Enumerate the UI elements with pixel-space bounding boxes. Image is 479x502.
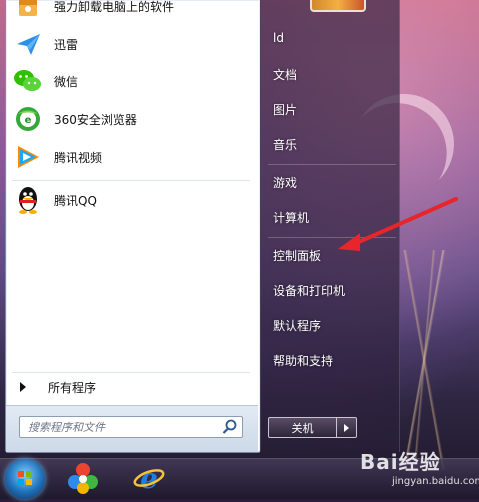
uninstall-box-icon (12, 0, 44, 22)
program-label: 迅雷 (54, 37, 79, 52)
svg-text:e: e (25, 115, 32, 126)
menu-item-user[interactable]: ld (273, 31, 284, 45)
menu-item-computer[interactable]: 计算机 (273, 209, 309, 226)
shutdown-button[interactable]: 关机 (268, 417, 337, 438)
menu-item-control-panel[interactable]: 控制面板 (273, 247, 321, 264)
qq-penguin-icon (12, 184, 44, 216)
shutdown-label: 关机 (291, 421, 314, 435)
program-item-qq[interactable]: 腾讯QQ (8, 182, 256, 218)
menu-item-devices-printers[interactable]: 设备和打印机 (273, 282, 345, 299)
all-programs-divider (12, 372, 250, 373)
program-label: 强力卸载电脑上的软件 (54, 0, 175, 14)
program-label: 腾讯QQ (54, 193, 97, 208)
program-label: 360安全浏览器 (54, 112, 137, 127)
menu-item-games[interactable]: 游戏 (273, 174, 297, 191)
menu-item-help-support[interactable]: 帮助和支持 (273, 352, 333, 369)
search-input[interactable] (20, 419, 221, 435)
shutdown-options-button[interactable] (336, 417, 357, 438)
menu-item-default-programs[interactable]: 默认程序 (273, 317, 321, 334)
watermark-url: jingyan.baidu.com (392, 476, 479, 487)
all-programs-button[interactable]: 所有程序 (14, 376, 250, 398)
start-orb-icon[interactable] (5, 459, 45, 499)
svg-text:e: e (140, 462, 158, 495)
program-list-divider (12, 180, 250, 181)
program-item-360-browser[interactable]: e 360安全浏览器 (8, 101, 256, 137)
program-label: 腾讯视频 (54, 150, 103, 165)
menu-item-pictures[interactable]: 图片 (273, 101, 297, 118)
xunlei-bird-icon (12, 28, 44, 60)
chevron-right-icon (344, 423, 349, 432)
menu-item-documents[interactable]: 文档 (273, 66, 297, 83)
search-box[interactable] (19, 416, 243, 438)
360-safe-guard-icon[interactable] (66, 461, 100, 495)
program-item-uninstaller[interactable]: 强力卸载电脑上的软件 (8, 0, 256, 24)
360-browser-icon: e (12, 103, 44, 135)
program-item-wechat[interactable]: 微信 (8, 63, 256, 99)
program-label: 微信 (54, 74, 79, 89)
menu-item-music[interactable]: 音乐 (273, 136, 297, 153)
program-item-tencent-video[interactable]: 腾讯视频 (8, 139, 256, 175)
arrow-right-icon (20, 382, 26, 392)
baidu-watermark: Bai经验 (360, 450, 441, 474)
search-icon[interactable] (221, 418, 239, 436)
annotation-arrow-icon (338, 197, 458, 251)
user-picture[interactable] (310, 0, 366, 12)
wechat-icon (12, 65, 44, 97)
all-programs-label: 所有程序 (48, 380, 97, 395)
program-item-xunlei[interactable]: 迅雷 (8, 26, 256, 62)
internet-explorer-icon[interactable]: e (132, 461, 166, 495)
places-divider (268, 164, 396, 165)
tencent-video-icon (12, 141, 44, 173)
